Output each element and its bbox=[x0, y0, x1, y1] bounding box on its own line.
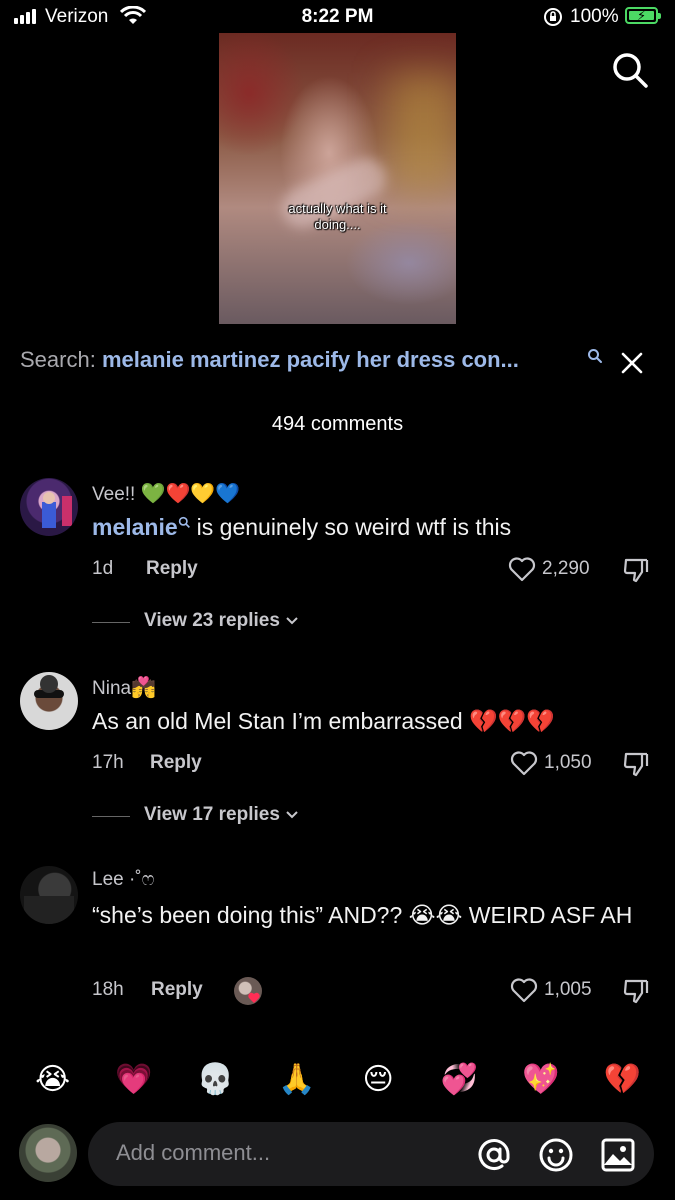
search-icon[interactable] bbox=[610, 50, 650, 90]
status-bar: Verizon 8:22 PM 100% ⚡ bbox=[0, 0, 675, 34]
chevron-down-icon bbox=[286, 617, 298, 625]
caption-line-1: actually what is it bbox=[288, 201, 387, 216]
like-count: 1,005 bbox=[544, 979, 592, 1000]
comment-username[interactable]: Lee ·˚ෆ bbox=[92, 869, 155, 891]
emoji-button[interactable]: 💖 bbox=[519, 1057, 563, 1101]
video-thumbnail[interactable]: actually what is it doing.... bbox=[219, 33, 456, 324]
username-emoji: 💏 bbox=[131, 675, 156, 699]
comment-username[interactable]: Vee!! 💚❤️💛💙 bbox=[92, 481, 240, 506]
creator-liked-avatar bbox=[234, 977, 262, 1005]
like-count: 1,050 bbox=[544, 752, 592, 773]
search-small-icon bbox=[588, 349, 602, 363]
mention-link[interactable]: melanie bbox=[92, 514, 178, 540]
username-text: Vee!! bbox=[92, 484, 136, 505]
username-emoji: 💚❤️💛💙 bbox=[140, 481, 241, 505]
comment-text: melanie is genuinely so weird wtf is this bbox=[92, 510, 642, 544]
emoji-quick-bar: 😭 💗 💀 🙏 😔 💞 💖 💔 bbox=[0, 1050, 675, 1108]
username-text: Lee bbox=[92, 869, 124, 890]
thumbs-down-icon[interactable] bbox=[622, 977, 650, 1005]
emoji-button[interactable]: 😔 bbox=[356, 1057, 400, 1101]
search-query-row[interactable]: Search: melanie martinez pacify her dres… bbox=[20, 347, 519, 373]
comment-age: 1d bbox=[92, 558, 114, 579]
like-button[interactable]: 1,005 bbox=[510, 977, 592, 1003]
close-icon[interactable] bbox=[620, 351, 644, 375]
comments-count: 494 comments bbox=[271, 413, 404, 435]
emoji-button[interactable]: 💗 bbox=[112, 1057, 156, 1101]
view-replies-label: View 23 replies bbox=[144, 610, 280, 631]
rotation-lock-icon bbox=[544, 8, 562, 26]
caption-line-2: doing.... bbox=[314, 217, 361, 232]
avatar[interactable] bbox=[20, 866, 78, 924]
heart-icon bbox=[510, 751, 538, 776]
video-caption: actually what is it doing.... bbox=[219, 201, 456, 233]
chevron-down-icon bbox=[286, 811, 298, 819]
view-replies-label: View 17 replies bbox=[144, 804, 280, 825]
comment-age: 18h bbox=[92, 979, 124, 1000]
comment-text: “she’s been doing this” AND?? 😭😭 WEIRD A… bbox=[92, 902, 633, 928]
comment-age: 17h bbox=[92, 752, 124, 773]
reply-button[interactable]: Reply bbox=[151, 979, 203, 1001]
battery-icon: ⚡ bbox=[625, 7, 661, 24]
search-small-icon bbox=[178, 516, 190, 528]
username-text: Nina bbox=[92, 678, 132, 699]
thumbs-down-icon[interactable] bbox=[622, 750, 650, 778]
view-replies-button[interactable]: View 17 replies bbox=[144, 804, 300, 826]
search-label: Search: bbox=[20, 347, 96, 372]
emoji-button[interactable]: 😭 bbox=[31, 1057, 75, 1101]
image-icon[interactable] bbox=[600, 1137, 636, 1173]
avatar[interactable] bbox=[20, 672, 78, 730]
comment-text: As an old Mel Stan I’m embarrassed 💔💔💔 bbox=[92, 708, 556, 734]
like-button[interactable]: 2,290 bbox=[508, 556, 590, 582]
heart-icon bbox=[510, 978, 538, 1003]
reply-button[interactable]: Reply bbox=[146, 558, 198, 580]
avatar[interactable] bbox=[20, 478, 78, 536]
view-replies-button[interactable]: View 23 replies bbox=[144, 610, 300, 632]
current-user-avatar[interactable] bbox=[19, 1124, 77, 1182]
comment-username[interactable]: Nina💏 bbox=[92, 675, 156, 700]
reply-button[interactable]: Reply bbox=[150, 752, 202, 774]
smiley-icon[interactable] bbox=[538, 1137, 574, 1173]
search-query[interactable]: melanie martinez pacify her dress con... bbox=[102, 347, 519, 372]
comment-body: is genuinely so weird wtf is this bbox=[196, 514, 512, 540]
like-count: 2,290 bbox=[542, 558, 590, 579]
at-icon[interactable] bbox=[476, 1137, 512, 1173]
username-suffix: ·˚ෆ bbox=[128, 869, 155, 890]
heart-icon bbox=[508, 557, 536, 582]
emoji-button[interactable]: 🙏 bbox=[275, 1057, 319, 1101]
comment-input[interactable]: Add comment... bbox=[88, 1122, 654, 1186]
emoji-button[interactable]: 💞 bbox=[438, 1057, 482, 1101]
emoji-button[interactable]: 💔 bbox=[600, 1057, 644, 1101]
like-button[interactable]: 1,050 bbox=[510, 750, 592, 776]
battery-percent: 100% bbox=[570, 6, 619, 27]
emoji-button[interactable]: 💀 bbox=[193, 1057, 237, 1101]
thumbs-down-icon[interactable] bbox=[622, 556, 650, 584]
comment-placeholder: Add comment... bbox=[116, 1140, 271, 1165]
